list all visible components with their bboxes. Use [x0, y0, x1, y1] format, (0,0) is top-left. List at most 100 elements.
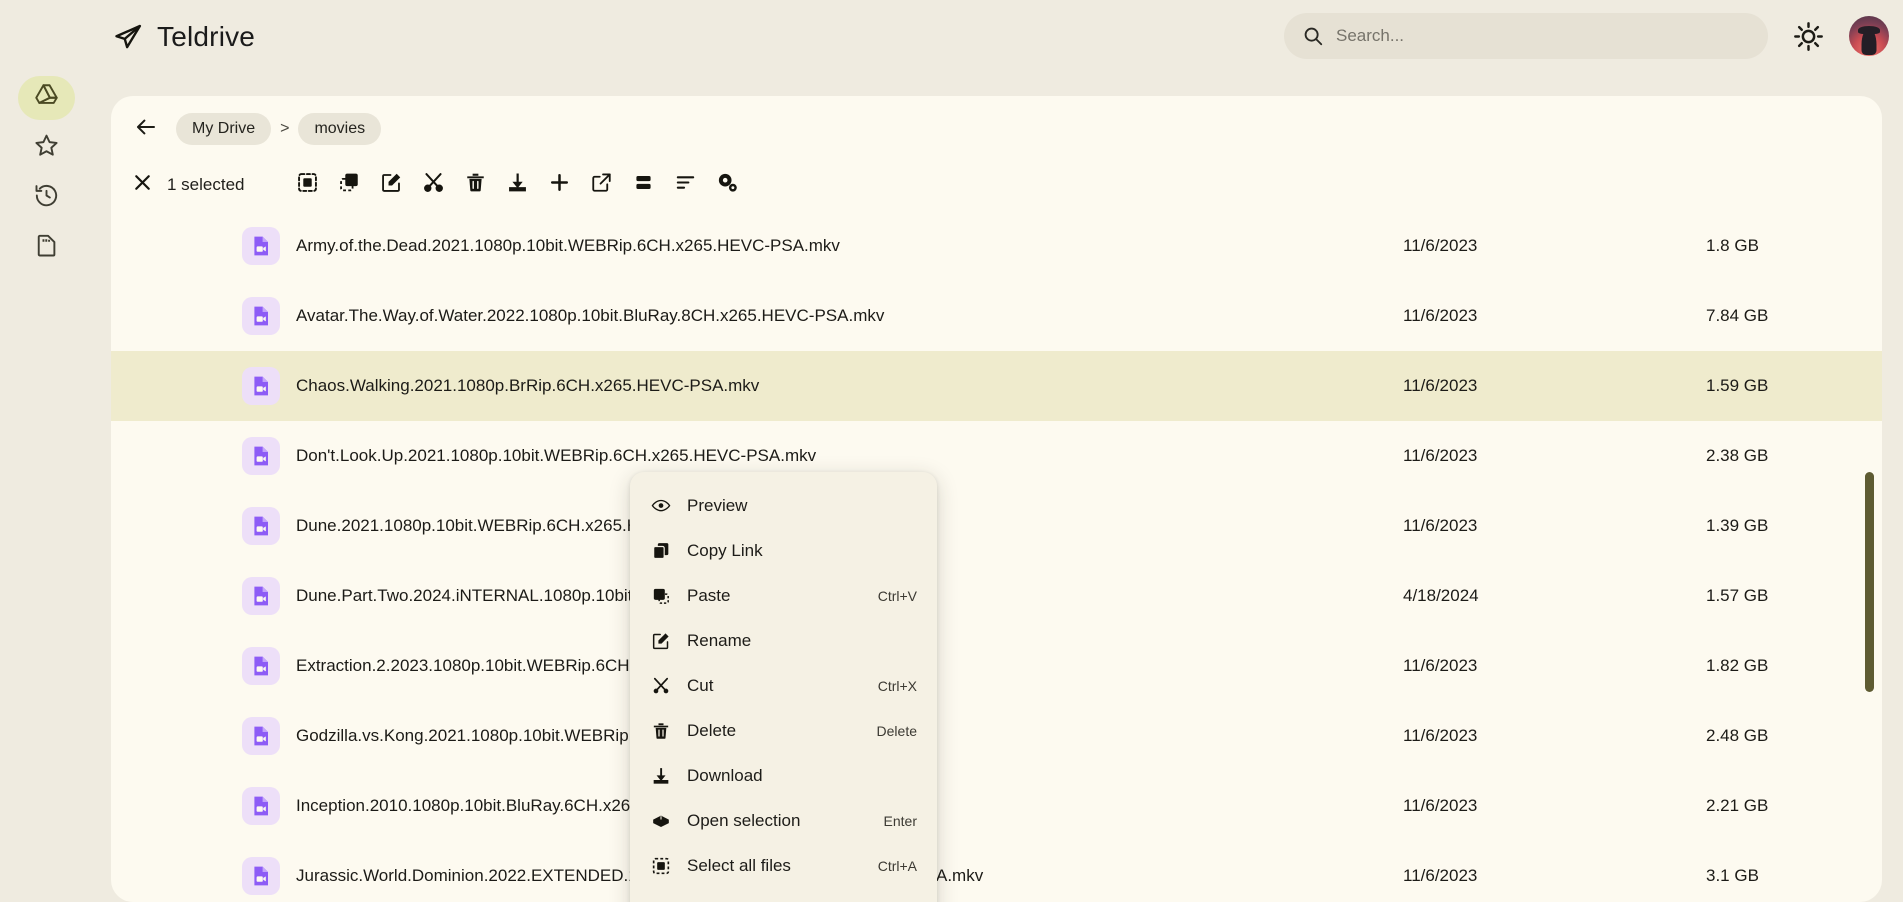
- share-button[interactable]: [581, 164, 623, 206]
- menu-item-open-selection[interactable]: Open selection Enter: [630, 798, 937, 843]
- menu-item-rename[interactable]: Rename: [630, 618, 937, 663]
- table-row[interactable]: Chaos.Walking.2021.1080p.BrRip.6CH.x265.…: [111, 351, 1882, 421]
- menu-item-delete[interactable]: Delete Delete: [630, 708, 937, 753]
- settings-button[interactable]: [707, 164, 749, 206]
- menu-item-clear-selection[interactable]: Clear selectionEscape: [630, 888, 937, 902]
- sort-button[interactable]: [665, 164, 707, 206]
- app-title: Teldrive: [157, 21, 255, 53]
- menu-item-shortcut: Delete: [877, 723, 917, 739]
- delete-button[interactable]: [455, 164, 497, 206]
- menu-item-shortcut: Enter: [884, 813, 917, 829]
- menu-item-preview[interactable]: Preview: [630, 483, 937, 528]
- file-name: Avatar.The.Way.of.Water.2022.1080p.10bit…: [296, 306, 884, 326]
- video-file-icon: [242, 297, 280, 335]
- copy-button[interactable]: [329, 164, 371, 206]
- plus-icon: [548, 171, 571, 199]
- gears-icon: [716, 171, 739, 199]
- menu-item-label: Open selection: [687, 811, 868, 831]
- context-menu: PreviewCopy LinkPasteCtrl+VRenameCutCtrl…: [630, 472, 937, 902]
- table-row[interactable]: Godzilla.vs.Kong.2021.1080p.10bit.WEBRip…: [111, 701, 1882, 771]
- open-box-icon: [650, 810, 671, 831]
- rename-button[interactable]: [371, 164, 413, 206]
- video-file-icon: [242, 857, 280, 895]
- vertical-scrollbar[interactable]: [1865, 472, 1874, 692]
- drive-icon: [33, 82, 60, 114]
- table-row[interactable]: Don't.Look.Up.2021.1080p.10bit.WEBRip.6C…: [111, 421, 1882, 491]
- copy-icon: [338, 171, 361, 199]
- layout-button[interactable]: [623, 164, 665, 206]
- share-external-icon: [590, 171, 613, 199]
- file-size: 2.48 GB: [1706, 726, 1768, 746]
- close-icon: [131, 171, 154, 199]
- star-icon: [33, 132, 60, 164]
- sd-card-icon: [33, 232, 60, 264]
- video-file-icon: [242, 437, 280, 475]
- file-modified-date: 11/6/2023: [1403, 726, 1477, 746]
- selection-count-label: 1 selected: [167, 175, 245, 195]
- paper-plane-icon: [113, 22, 143, 52]
- menu-item-label: Rename: [687, 631, 901, 651]
- file-modified-date: 11/6/2023: [1403, 656, 1477, 676]
- menu-item-label: Delete: [687, 721, 861, 741]
- file-modified-date: 11/6/2023: [1403, 446, 1477, 466]
- search-input[interactable]: [1336, 26, 1750, 46]
- theme-toggle-button[interactable]: [1792, 20, 1825, 53]
- breadcrumb-item-movies[interactable]: movies: [298, 113, 381, 145]
- menu-item-shortcut: Ctrl+A: [878, 858, 917, 874]
- arrow-left-icon: [134, 115, 158, 144]
- file-size: 1.59 GB: [1706, 376, 1768, 396]
- menu-item-download[interactable]: Download: [630, 753, 937, 798]
- video-file-icon: [242, 717, 280, 755]
- menu-item-copy-link[interactable]: Copy Link: [630, 528, 937, 573]
- table-row[interactable]: Extraction.2.2023.1080p.10bit.WEBRip.6CH…: [111, 631, 1882, 701]
- file-modified-date: 11/6/2023: [1403, 516, 1477, 536]
- clear-selection-button[interactable]: [121, 164, 163, 206]
- file-name: Army.of.the.Dead.2021.1080p.10bit.WEBRip…: [296, 236, 840, 256]
- table-row[interactable]: Jurassic.World.Dominion.2022.EXTENDED.10…: [111, 841, 1882, 902]
- file-modified-date: 11/6/2023: [1403, 236, 1477, 256]
- menu-item-paste[interactable]: PasteCtrl+V: [630, 573, 937, 618]
- table-row[interactable]: Dune.Part.Two.2024.iNTERNAL.1080p.10bit.…: [111, 561, 1882, 631]
- select-all-button[interactable]: [287, 164, 329, 206]
- history-clock-icon: [33, 182, 60, 214]
- file-modified-date: 11/6/2023: [1403, 866, 1477, 886]
- eye-icon: [650, 495, 671, 516]
- sidebar-item-drive[interactable]: [18, 76, 75, 120]
- video-file-icon: [242, 507, 280, 545]
- select-all-icon: [296, 171, 319, 199]
- sidebar: [0, 73, 93, 902]
- menu-item-label: Cut: [687, 676, 862, 696]
- trash-icon: [650, 720, 671, 741]
- file-name: Don't.Look.Up.2021.1080p.10bit.WEBRip.6C…: [296, 446, 816, 466]
- table-row[interactable]: Army.of.the.Dead.2021.1080p.10bit.WEBRip…: [111, 211, 1882, 281]
- file-modified-date: 11/6/2023: [1403, 796, 1477, 816]
- menu-item-select-all-files[interactable]: Select all filesCtrl+A: [630, 843, 937, 888]
- back-button[interactable]: [129, 112, 163, 146]
- add-button[interactable]: [539, 164, 581, 206]
- video-file-icon: [242, 647, 280, 685]
- paste-icon: [650, 585, 671, 606]
- download-button[interactable]: [497, 164, 539, 206]
- breadcrumb-item-my-drive[interactable]: My Drive: [176, 113, 271, 145]
- file-name: Chaos.Walking.2021.1080p.BrRip.6CH.x265.…: [296, 376, 759, 396]
- cut-button[interactable]: [413, 164, 455, 206]
- file-modified-date: 11/6/2023: [1403, 306, 1477, 326]
- table-row[interactable]: Dune.2021.1080p.10bit.WEBRip.6CH.x265.HE…: [111, 491, 1882, 561]
- table-row[interactable]: Inception.2010.1080p.10bit.BluRay.6CH.x2…: [111, 771, 1882, 841]
- search-bar[interactable]: [1284, 13, 1768, 59]
- sidebar-item-storage[interactable]: [18, 226, 75, 270]
- menu-item-label: Copy Link: [687, 541, 901, 561]
- video-file-icon: [242, 787, 280, 825]
- file-size: 1.82 GB: [1706, 656, 1768, 676]
- sidebar-item-recent[interactable]: [18, 176, 75, 220]
- video-file-icon: [242, 367, 280, 405]
- file-size: 7.84 GB: [1706, 306, 1768, 326]
- avatar[interactable]: [1849, 16, 1889, 56]
- selection-toolbar: 1 selected: [121, 164, 749, 206]
- file-size: 2.38 GB: [1706, 446, 1768, 466]
- table-row[interactable]: Avatar.The.Way.of.Water.2022.1080p.10bit…: [111, 281, 1882, 351]
- select-all-icon: [650, 855, 671, 876]
- sidebar-item-starred[interactable]: [18, 126, 75, 170]
- video-file-icon: [242, 227, 280, 265]
- menu-item-cut[interactable]: CutCtrl+X: [630, 663, 937, 708]
